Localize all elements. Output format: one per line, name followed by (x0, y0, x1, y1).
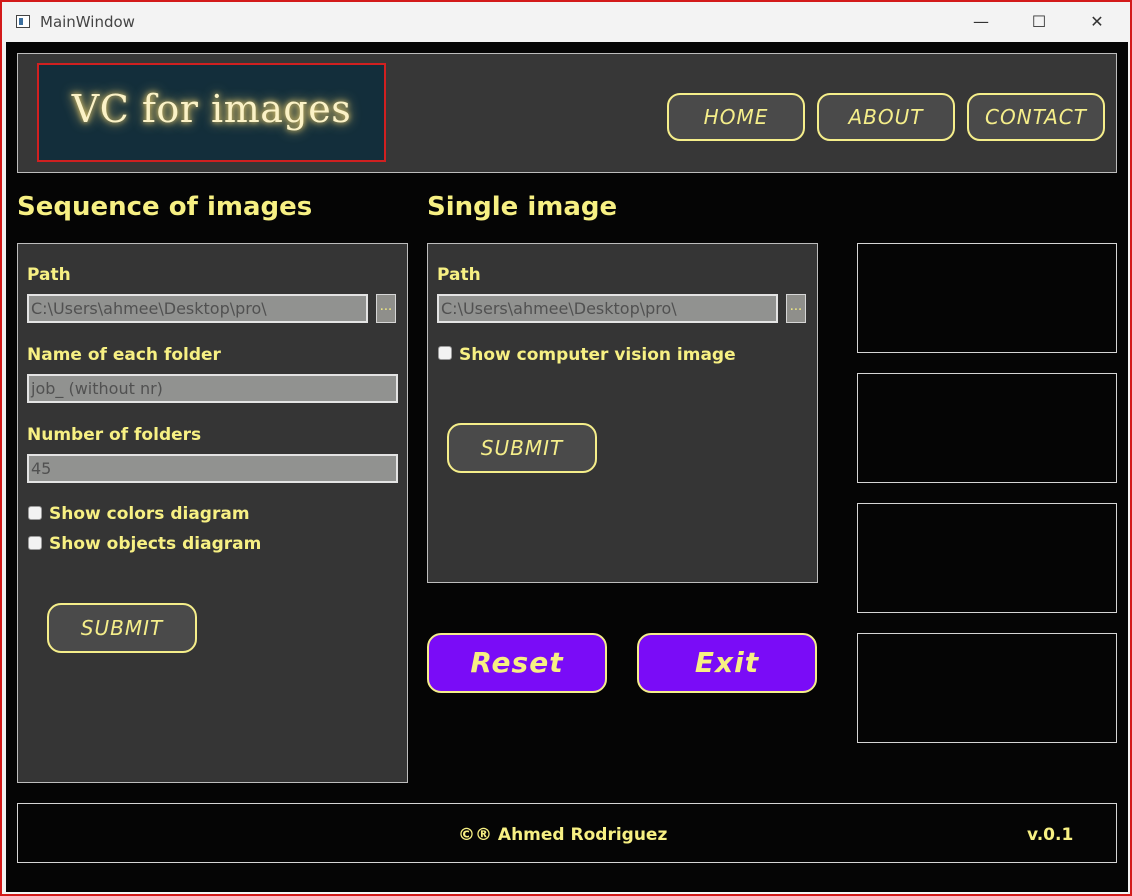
preview-box-4 (857, 633, 1117, 743)
single-path-label: Path (437, 265, 481, 285)
header-bar: VC for images HOME ABOUT CONTACT (17, 53, 1117, 173)
footer-credit: ©® Ahmed Rodriguez (458, 825, 668, 845)
reset-button[interactable]: Reset (427, 633, 607, 693)
folder-count-label: Number of folders (27, 425, 202, 445)
footer-version: v.0.1 (1027, 825, 1074, 845)
single-path-input[interactable]: C:\Users\ahmee\Desktop\pro\ (437, 294, 778, 323)
logo-text: VC for images (71, 87, 352, 131)
title-bar: MainWindow — ☐ ✕ (2, 2, 1130, 42)
sequence-path-label: Path (27, 265, 71, 285)
show-cv-label[interactable]: Show computer vision image (459, 345, 736, 365)
folder-count-input[interactable]: 45 (27, 454, 398, 483)
sequence-section-title: Sequence of images (17, 192, 313, 222)
single-panel: Path C:\Users\ahmee\Desktop\pro\ ... Sho… (427, 243, 818, 583)
nav-home-button[interactable]: HOME (667, 93, 805, 141)
sequence-submit-button[interactable]: SUBMIT (47, 603, 197, 653)
nav-contact-button[interactable]: CONTACT (967, 93, 1105, 141)
show-cv-checkbox[interactable] (438, 346, 452, 360)
folder-name-label: Name of each folder (27, 345, 221, 365)
app-icon (16, 15, 30, 28)
maximize-icon[interactable]: ☐ (1010, 2, 1068, 42)
show-objects-checkbox[interactable] (28, 536, 42, 550)
preview-box-2 (857, 373, 1117, 483)
exit-button[interactable]: Exit (637, 633, 817, 693)
single-submit-button[interactable]: SUBMIT (447, 423, 597, 473)
close-icon[interactable]: ✕ (1068, 2, 1126, 42)
single-section-title: Single image (427, 192, 618, 222)
window-client-area: VC for images HOME ABOUT CONTACT Sequenc… (6, 42, 1128, 892)
preview-box-1 (857, 243, 1117, 353)
minimize-icon[interactable]: — (952, 2, 1010, 42)
window-title: MainWindow (40, 13, 135, 31)
main-window: MainWindow — ☐ ✕ VC for images HOME ABOU… (0, 0, 1132, 896)
sequence-panel: Path C:\Users\ahmee\Desktop\pro\ ... Nam… (17, 243, 408, 783)
show-objects-label[interactable]: Show objects diagram (49, 534, 261, 554)
logo: VC for images (37, 63, 386, 162)
footer: ©® Ahmed Rodriguez v.0.1 (17, 803, 1117, 863)
sequence-path-input[interactable]: C:\Users\ahmee\Desktop\pro\ (27, 294, 368, 323)
folder-name-input[interactable]: job_ (without nr) (27, 374, 398, 403)
single-browse-button[interactable]: ... (786, 294, 806, 323)
sequence-browse-button[interactable]: ... (376, 294, 396, 323)
show-colors-label[interactable]: Show colors diagram (49, 504, 250, 524)
preview-box-3 (857, 503, 1117, 613)
nav-about-button[interactable]: ABOUT (817, 93, 955, 141)
show-colors-checkbox[interactable] (28, 506, 42, 520)
